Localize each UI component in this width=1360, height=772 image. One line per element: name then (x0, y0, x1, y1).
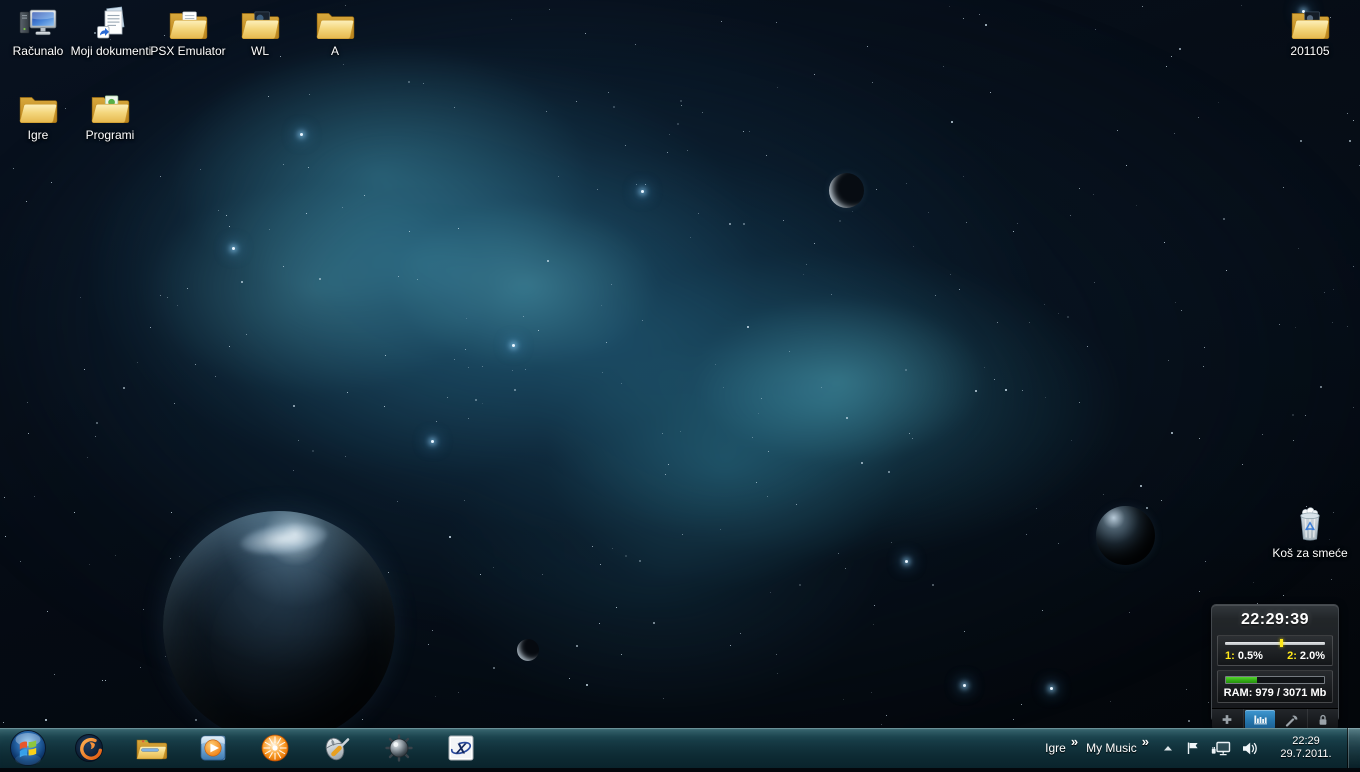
tray-date: 29.7.2011. (1269, 748, 1343, 761)
cpu-core2-readout: 2: 2.0% (1287, 650, 1325, 662)
taskbar-button-windows-explorer[interactable] (120, 728, 182, 768)
bright-star (232, 247, 235, 250)
toolbar-igre-label: Igre (1045, 728, 1066, 768)
toolbar-my-music: My Music » (1086, 728, 1153, 768)
gadget-ram-panel: RAM: 979 / 3071 Mb (1217, 670, 1333, 703)
folder-with-media-icon (1289, 6, 1331, 42)
recycle-bin-icon (1290, 502, 1330, 544)
action-center-tray-icon[interactable] (1179, 728, 1206, 768)
toolbar-my-music-label: My Music (1086, 728, 1137, 768)
bright-star (512, 344, 515, 347)
folder-icon (314, 6, 356, 42)
chevron-up-icon (1162, 743, 1174, 753)
desktop-icon-label: Programi (64, 128, 156, 142)
gadget-add-button[interactable] (1212, 709, 1244, 728)
tiny-crescent-moon (517, 639, 539, 661)
gadget-button-bar (1212, 708, 1338, 728)
taskbar-button-mouse-tool[interactable] (306, 728, 368, 768)
media-player-icon (199, 734, 227, 762)
bright-star (641, 190, 644, 193)
crescent-moon (829, 173, 864, 208)
cpu-core1-readout: 1: 0.5% (1225, 650, 1263, 662)
bitcomet-globe-icon (260, 733, 290, 763)
toolbar-igre-chevron[interactable]: » (1066, 728, 1082, 748)
tray-time: 22:29 (1269, 735, 1343, 748)
desktop-icon-programi[interactable]: Programi (72, 90, 148, 142)
lock-icon (1316, 713, 1330, 727)
large-planet (163, 511, 395, 728)
toolbar-igre: Igre » (1045, 728, 1082, 768)
speaker-icon (1241, 741, 1258, 756)
network-tray-icon[interactable] (1206, 728, 1236, 768)
gadget-settings-button[interactable] (1276, 709, 1308, 728)
cpu-usage-marker (1280, 639, 1283, 647)
taskbar-button-bitcomet[interactable] (244, 728, 306, 768)
minesweeper-mine-icon (384, 733, 414, 763)
show-hidden-icons-button[interactable] (1157, 728, 1179, 768)
plus-icon (1220, 713, 1234, 726)
cpu-usage-bar (1225, 642, 1325, 645)
gadget-lock-button[interactable] (1308, 709, 1339, 728)
taskbar-button-minesweeper[interactable] (368, 728, 430, 768)
bar-graph-icon (1252, 713, 1268, 726)
ram-usage-fill (1226, 677, 1257, 683)
desktop-icon-my-documents[interactable]: Moji dokumenti (73, 6, 149, 58)
desktop-icon-label: Koš za smeće (1264, 546, 1356, 560)
taskbar-button-windows-media-player[interactable] (182, 728, 244, 768)
folder-icon (17, 90, 59, 126)
phoenix-flame-icon (74, 733, 104, 763)
desktop: Računalo Moji dokumenti (0, 0, 1360, 728)
desktop-icon-a[interactable]: A (297, 6, 373, 58)
network-icon (1211, 741, 1231, 756)
bright-star (1050, 687, 1053, 690)
folder-with-app-icon (89, 90, 131, 126)
windows-logo-icon (9, 729, 47, 767)
bright-star (431, 440, 434, 443)
ram-usage-bar (1225, 676, 1325, 684)
explorer-folder-icon (135, 735, 168, 762)
toolbar-my-music-chevron[interactable]: » (1137, 728, 1153, 748)
gadget-clock: 22:29:39 (1212, 605, 1338, 635)
taskbar-button-x-app[interactable]: X (430, 728, 492, 768)
desktop-icon-label: 201105 (1264, 44, 1356, 58)
folder-with-document-icon (167, 6, 209, 42)
desktop-icon-recycle-bin[interactable]: Koš za smeće (1272, 502, 1348, 560)
bright-star (300, 133, 303, 136)
wrench-icon (1284, 713, 1299, 727)
bright-star (905, 560, 908, 563)
computer-icon (17, 6, 59, 42)
desktop-icon-201105[interactable]: 201105 (1272, 6, 1348, 58)
gadget-graph-button[interactable] (1245, 710, 1276, 728)
start-button[interactable] (9, 729, 47, 767)
folder-with-media-icon (239, 6, 281, 42)
flag-icon (1184, 740, 1201, 756)
system-monitor-gadget[interactable]: 22:29:39 1: 0.5% 2: 2.0% RAM: 979 / 3071… (1211, 604, 1339, 722)
taskbar: X Igre » My Music » (0, 728, 1360, 768)
small-planet (1096, 506, 1155, 565)
documents-shortcut-icon (90, 6, 132, 42)
show-desktop-button[interactable] (1347, 728, 1360, 768)
svg-text:X: X (455, 741, 467, 758)
x-logo-icon: X (447, 734, 475, 762)
mouse-settings-icon (322, 733, 352, 763)
bright-star (963, 684, 966, 687)
desktop-icon-label: A (289, 44, 381, 58)
desktop-icon-wl[interactable]: WL (222, 6, 298, 58)
taskbar-button-phoenix-app[interactable] (58, 728, 120, 768)
volume-tray-icon[interactable] (1236, 728, 1263, 768)
tray-clock[interactable]: 22:29 29.7.2011. (1269, 735, 1343, 761)
gadget-cpu-panel: 1: 0.5% 2: 2.0% (1217, 635, 1333, 666)
ram-readout: RAM: 979 / 3071 Mb (1223, 687, 1327, 699)
